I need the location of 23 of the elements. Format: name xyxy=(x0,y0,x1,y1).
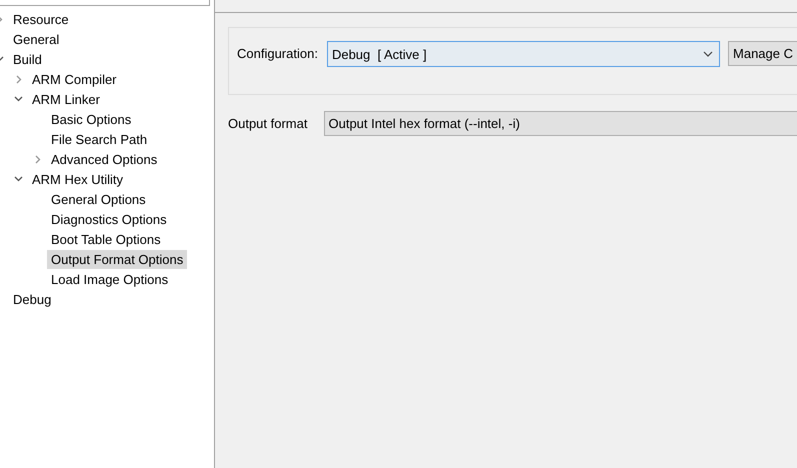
tree-item[interactable]: Load Image Options xyxy=(47,270,172,288)
configuration-dropdown[interactable]: Debug [ Active ] xyxy=(326,41,720,67)
manage-button[interactable]: Manage C xyxy=(728,41,797,66)
tree-item[interactable]: ARM Compiler xyxy=(28,70,121,88)
tree-item[interactable]: Boot Table Options xyxy=(47,230,165,248)
configuration-label: Configuration: xyxy=(237,45,318,63)
tree-item[interactable]: ARM Linker xyxy=(28,90,104,108)
tree-item[interactable]: Resource xyxy=(9,10,73,28)
tree-item[interactable]: General Options xyxy=(47,190,150,208)
tree-item[interactable]: Advanced Options xyxy=(47,150,162,168)
chevron-right-icon[interactable] xyxy=(34,154,40,164)
tree-item[interactable]: Build xyxy=(9,50,46,68)
tree-item[interactable]: General xyxy=(9,30,64,48)
output-format-label: Output format xyxy=(228,116,308,131)
tree-item[interactable]: ARM Hex Utility xyxy=(28,170,128,188)
tree-item[interactable]: Output Format Options xyxy=(47,250,188,268)
output-format-dropdown[interactable]: Output Intel hex format (--intel, -i) xyxy=(324,111,797,136)
tree-item[interactable]: Debug xyxy=(9,290,56,308)
tree-item[interactable]: Basic Options xyxy=(47,110,136,128)
chevron-right-icon[interactable] xyxy=(16,74,22,84)
search-field[interactable] xyxy=(0,0,210,6)
tree-item[interactable]: Diagnostics Options xyxy=(47,210,171,228)
tree-item[interactable]: File Search Path xyxy=(47,130,152,148)
